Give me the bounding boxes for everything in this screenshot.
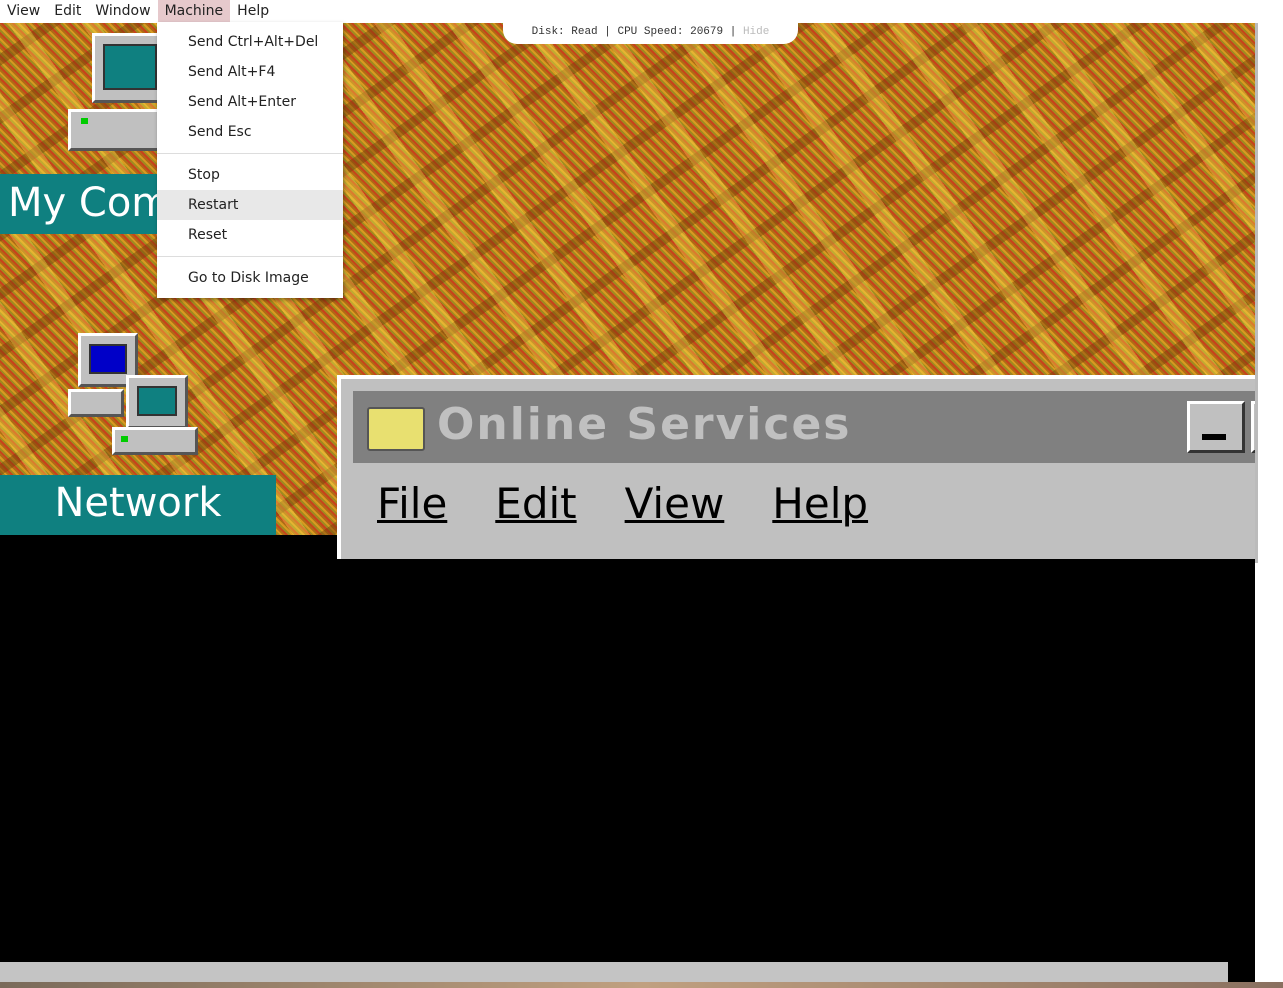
taskbar-strip <box>0 982 1283 988</box>
horizontal-scrollbar-thumb[interactable] <box>0 962 1228 982</box>
menu-item-send-alt-enter[interactable]: Send Alt+Enter <box>157 87 343 117</box>
menu-divider <box>157 153 343 154</box>
window-menu-edit[interactable]: Edit <box>495 479 576 528</box>
menu-window[interactable]: Window <box>88 0 157 22</box>
scrollbar-corner <box>1228 962 1255 982</box>
menu-item-send-ctrl-alt-del[interactable]: Send Ctrl+Alt+Del <box>157 27 343 57</box>
folder-icon <box>367 407 425 451</box>
app-menubar: View Edit Window Machine Help <box>0 0 1283 22</box>
menu-item-go-to-disk-image[interactable]: Go to Disk Image <box>157 263 343 293</box>
minimize-button[interactable] <box>1187 401 1245 453</box>
menu-item-send-esc[interactable]: Send Esc <box>157 117 343 147</box>
menu-view[interactable]: View <box>0 0 47 22</box>
separator: | <box>729 26 737 38</box>
menu-edit[interactable]: Edit <box>47 0 88 22</box>
menu-item-restart[interactable]: Restart <box>157 190 343 220</box>
online-services-window[interactable]: Online Services File Edit View Help <box>337 375 1255 559</box>
network-label[interactable]: Network <box>0 475 276 535</box>
machine-dropdown-menu: Send Ctrl+Alt+Del Send Alt+F4 Send Alt+E… <box>157 22 343 298</box>
separator: | <box>604 26 611 38</box>
vertical-scrollbar-thumb[interactable] <box>1255 23 1258 563</box>
my-computer-label[interactable]: My Com <box>0 174 170 234</box>
window-menubar: File Edit View Help <box>377 479 868 528</box>
hide-status-button[interactable]: Hide <box>743 26 769 38</box>
window-titlebar[interactable]: Online Services <box>353 391 1255 463</box>
window-menu-help[interactable]: Help <box>772 479 868 528</box>
menu-divider <box>157 256 343 257</box>
window-title: Online Services <box>437 399 852 450</box>
menu-item-stop[interactable]: Stop <box>157 160 343 190</box>
menu-item-send-alt-f4[interactable]: Send Alt+F4 <box>157 57 343 87</box>
menu-help[interactable]: Help <box>230 0 276 22</box>
status-bar: Disk: Read | CPU Speed: 20679 | Hide <box>503 22 798 44</box>
menu-item-reset[interactable]: Reset <box>157 220 343 250</box>
cpu-speed: CPU Speed: 20679 <box>617 26 724 38</box>
vertical-scrollbar[interactable] <box>1255 23 1283 963</box>
disk-status: Disk: Read <box>531 26 598 38</box>
menu-machine[interactable]: Machine <box>157 0 231 22</box>
window-menu-file[interactable]: File <box>377 479 447 528</box>
window-menu-view[interactable]: View <box>625 479 725 528</box>
